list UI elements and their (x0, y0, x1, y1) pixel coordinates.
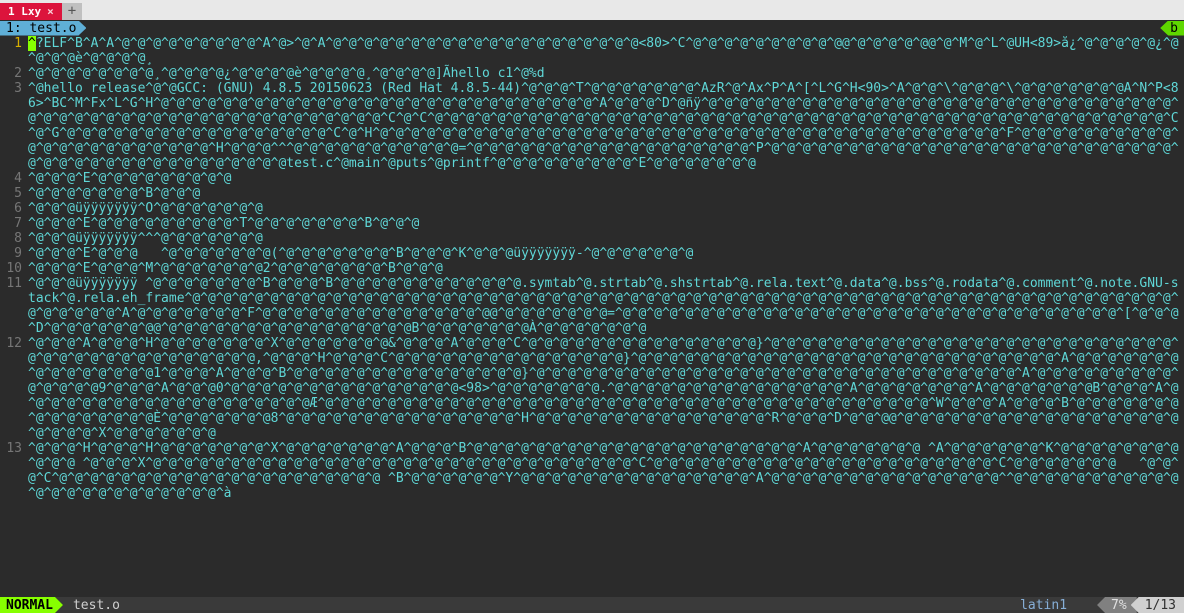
line-content: ^@hello release^@^@GCC: (GNU) 4.8.5 2015… (28, 81, 1184, 171)
line-number: 5 (0, 186, 28, 201)
tab-active[interactable]: 1 Lxy × (0, 3, 62, 20)
buffer-right: b (1160, 21, 1184, 36)
line-content: ^@^@^@^@^@^@^@^B^@^@^@ (28, 186, 1184, 201)
editor-line[interactable]: 1^?ELF^B^A^A^@^@^@^@^@^@^@^@^@^A^@>^@^A^… (0, 36, 1184, 66)
status-filename: test.o (63, 597, 130, 613)
line-number: 6 (0, 201, 28, 216)
editor-line[interactable]: 2^@^@^@^@^@^@^@^@¸^@^@^@^@¿^@^@^@^@è^@^@… (0, 66, 1184, 81)
status-bar: NORMAL test.o latin1 7% 1/13 (0, 597, 1184, 613)
line-content: ^@^@^@^H^@^@^@^H^@^@^@^@^@^@^@^X^@^@^@^@… (28, 441, 1184, 501)
line-number: 8 (0, 231, 28, 246)
line-number: 3 (0, 81, 28, 171)
editor-line[interactable]: 9^@^@^@^E^@^@^@ ^@^@^@^@^@^@^@(^@^@^@^@^… (0, 246, 1184, 261)
editor-line[interactable]: 3^@hello release^@^@GCC: (GNU) 4.8.5 201… (0, 81, 1184, 171)
line-content: ^@^@^@^@^@^@^@^@¸^@^@^@^@¿^@^@^@^@è^@^@^… (28, 66, 1184, 81)
editor-line[interactable]: 13^@^@^@^H^@^@^@^H^@^@^@^@^@^@^@^X^@^@^@… (0, 441, 1184, 501)
editor-line[interactable]: 11^@^@^@üÿÿÿÿÿÿÿ ^@^@^@^@^@^@^@^B^@^@^@^… (0, 276, 1184, 336)
editor-line[interactable]: 10^@^@^@^E^@^@^@^M^@^@^@^@^@^@^@2^@^@^@^… (0, 261, 1184, 276)
status-position: 1/13 (1131, 597, 1184, 613)
line-content: ^@^@^@üÿÿÿÿÿÿÿ ^@^@^@^@^@^@^@^B^@^@^@^B^… (28, 276, 1184, 336)
line-content: ^@^@^@^E^@^@^@^@^@^@^@^@^@ (28, 171, 1184, 186)
editor-line[interactable]: 5^@^@^@^@^@^@^@^B^@^@^@ (0, 186, 1184, 201)
line-number: 1 (0, 36, 28, 66)
editor-line[interactable]: 6^@^@^@üÿÿÿÿÿÿÿ^O^@^@^@^@^@^@^@ (0, 201, 1184, 216)
line-content: ^?ELF^B^A^A^@^@^@^@^@^@^@^@^@^A^@>^@^A^@… (28, 36, 1184, 66)
line-number: 12 (0, 336, 28, 441)
mode-indicator: NORMAL (0, 597, 63, 613)
line-number: 2 (0, 66, 28, 81)
line-number: 9 (0, 246, 28, 261)
line-content: ^@^@^@^E^@^@^@^@^@^@^@^@^@^T^@^@^@^@^@^@… (28, 216, 1184, 231)
line-content: ^@^@^@^E^@^@^@ ^@^@^@^@^@^@^@(^@^@^@^@^@… (28, 246, 1184, 261)
window-tab-row: 1 Lxy × + (0, 3, 1184, 20)
line-number: 4 (0, 171, 28, 186)
editor-line[interactable]: 4^@^@^@^E^@^@^@^@^@^@^@^@^@ (0, 171, 1184, 186)
line-content: ^@^@^@^E^@^@^@^M^@^@^@^@^@^@^@2^@^@^@^@^… (28, 261, 1184, 276)
line-content: ^@^@^@üÿÿÿÿÿÿÿ^^^@^@^@^@^@^@^@ (28, 231, 1184, 246)
cursor: ^ (28, 36, 36, 51)
new-tab-button[interactable]: + (62, 3, 82, 20)
line-number: 13 (0, 441, 28, 501)
line-number: 7 (0, 216, 28, 231)
buffer-line: 1: test.o b (0, 20, 1184, 36)
line-number: 11 (0, 276, 28, 336)
editor-line[interactable]: 7^@^@^@^E^@^@^@^@^@^@^@^@^@^T^@^@^@^@^@^… (0, 216, 1184, 231)
editor-line[interactable]: 12^@^@^@^A^@^@^@^H^@^@^@^@^@^@^@^X^@^@^@… (0, 336, 1184, 441)
line-content: ^@^@^@^A^@^@^@^H^@^@^@^@^@^@^@^X^@^@^@^@… (28, 336, 1184, 441)
buffer-name[interactable]: 1: test.o (0, 21, 86, 36)
status-encoding: latin1 (990, 597, 1097, 613)
editor-line[interactable]: 8^@^@^@üÿÿÿÿÿÿÿ^^^@^@^@^@^@^@^@ (0, 231, 1184, 246)
editor-area[interactable]: 1^?ELF^B^A^A^@^@^@^@^@^@^@^@^@^A^@>^@^A^… (0, 36, 1184, 597)
close-icon[interactable]: × (47, 4, 54, 19)
line-content: ^@^@^@üÿÿÿÿÿÿÿ^O^@^@^@^@^@^@^@ (28, 201, 1184, 216)
line-number: 10 (0, 261, 28, 276)
tab-label: 1 Lxy (8, 4, 41, 19)
